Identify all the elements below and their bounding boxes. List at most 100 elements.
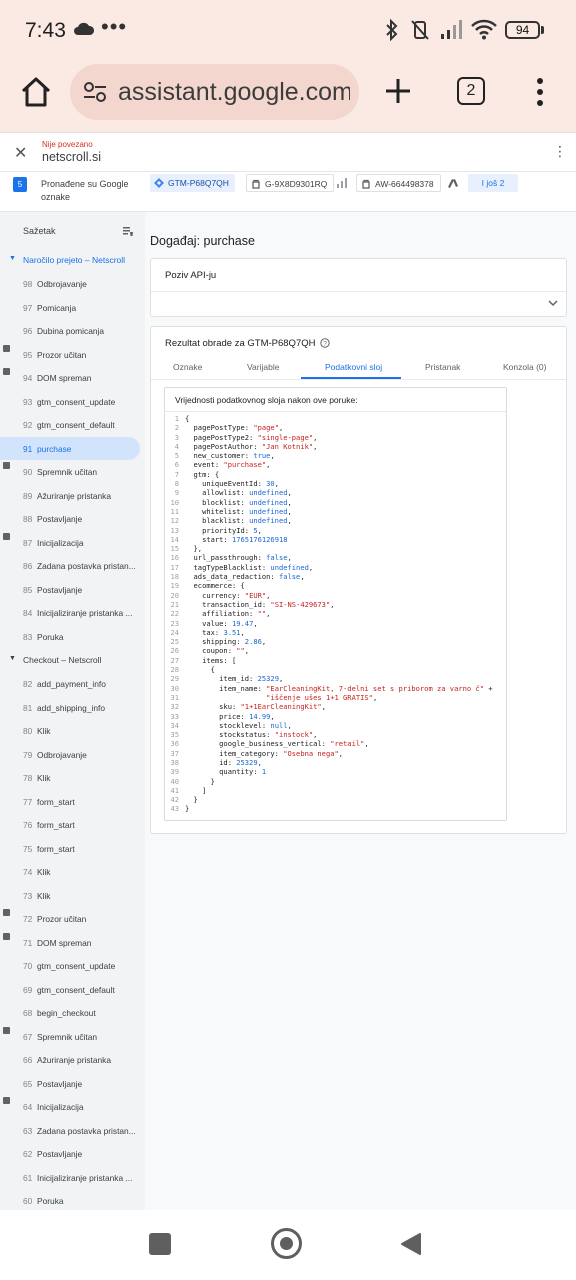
sidebar-event-item[interactable]: 61 Inicijaliziranje pristanka ... bbox=[0, 1166, 140, 1189]
sidebar-event-item[interactable]: 86 Zadana postavka pristan... bbox=[0, 554, 140, 577]
line-number: 28 bbox=[170, 665, 179, 675]
sidebar-event-item[interactable]: 87 Inicijalizacija bbox=[0, 531, 140, 554]
event-number: 84 bbox=[23, 608, 33, 618]
collapse-caret-icon[interactable]: ▼ bbox=[9, 255, 16, 262]
code-text: } bbox=[185, 804, 190, 814]
sidebar-event-item[interactable]: 77 form_start bbox=[0, 790, 140, 813]
sidebar-event-item[interactable]: 72 Prozor učitan bbox=[0, 907, 140, 930]
close-icon[interactable]: ✕ bbox=[14, 143, 27, 163]
sidebar-event-item[interactable]: 94 DOM spreman bbox=[0, 366, 140, 389]
sidebar-event-item[interactable]: 68 begin_checkout bbox=[0, 1001, 140, 1024]
site-settings-icon[interactable] bbox=[82, 80, 108, 104]
line-number: 6 bbox=[174, 460, 179, 470]
tab-switcher-button[interactable]: 2 bbox=[457, 77, 485, 105]
code-text: stockstatus: "instock", bbox=[185, 730, 318, 740]
sidebar-event-item[interactable]: 75 form_start bbox=[0, 837, 140, 860]
sidebar-event-item[interactable]: 74 Klik bbox=[0, 860, 140, 883]
event-number: 65 bbox=[23, 1078, 33, 1089]
api-call-card[interactable]: Poziv API-ju bbox=[150, 258, 567, 317]
sidebar-event-item[interactable]: 64 Inicijalizacija bbox=[0, 1095, 140, 1118]
sidebar-event-item[interactable]: 98 Odbrojavanje bbox=[0, 272, 140, 295]
code-text: "iščenje ušes 1+1 GRATIS", bbox=[266, 692, 378, 702]
sidebar-event-item[interactable]: 65 Postavljanje bbox=[0, 1072, 140, 1095]
more-options-icon[interactable]: ⋮ bbox=[553, 143, 567, 160]
container-icon bbox=[3, 532, 10, 540]
tab-consent[interactable]: Pristanak bbox=[425, 362, 460, 372]
tab-variables[interactable]: Varijable bbox=[247, 362, 279, 372]
data-layer-box: Vrijednosti podatkovnog sloja nakon ove … bbox=[164, 387, 507, 821]
sidebar-event-item[interactable]: 76 form_start bbox=[0, 813, 140, 836]
home-icon[interactable] bbox=[18, 74, 54, 110]
tag-chip-gtm[interactable]: GTM-P68Q7QH bbox=[150, 174, 235, 192]
sidebar-event-item[interactable]: 60 Poruka bbox=[0, 1189, 140, 1212]
sidebar-event-item[interactable]: 71 DOM spreman bbox=[0, 931, 140, 954]
event-name: Inicijalizacija bbox=[37, 537, 84, 548]
sidebar-event-item[interactable]: 95 Prozor učitan bbox=[0, 343, 140, 366]
event-number: 89 bbox=[23, 490, 33, 501]
clear-history-icon[interactable] bbox=[122, 225, 134, 237]
sidebar-event-item[interactable]: 70 gtm_consent_update bbox=[0, 954, 140, 977]
sidebar-event-item[interactable]: 91 purchase bbox=[0, 436, 140, 460]
code-line: 30 item_name: "EarCleaningKit, 7-delni s… bbox=[165, 684, 506, 693]
sidebar-event-item[interactable]: 97 Pomicanja bbox=[0, 296, 140, 319]
sidebar-event-item[interactable]: 92 gtm_consent_default bbox=[0, 413, 140, 436]
back-icon[interactable] bbox=[400, 1232, 422, 1256]
line-number: 12 bbox=[170, 516, 179, 526]
sidebar-event-item[interactable]: 84 Inicijaliziranje pristanka ... bbox=[0, 601, 140, 624]
more-tags-button[interactable]: I još 2 bbox=[468, 174, 518, 192]
address-bar[interactable]: assistant.google.com bbox=[70, 64, 359, 120]
connection-status: Nije povezano bbox=[42, 140, 93, 149]
sidebar-event-item[interactable]: 63 Zadana postavka pristan... bbox=[0, 1119, 140, 1142]
sidebar-event-item[interactable]: 85 Postavljanje bbox=[0, 578, 140, 601]
sidebar-event-item[interactable]: 83 Poruka bbox=[0, 625, 140, 648]
tag-chip-aw[interactable]: AW-664498378 bbox=[356, 174, 441, 192]
recent-apps-icon[interactable] bbox=[149, 1233, 171, 1255]
line-number: 25 bbox=[170, 637, 179, 647]
event-number: 77 bbox=[23, 796, 33, 807]
sidebar-event-item[interactable]: 82 add_payment_info bbox=[0, 672, 140, 695]
sidebar-event-item[interactable]: 66 Ažuriranje pristanka bbox=[0, 1048, 140, 1071]
sidebar-event-item[interactable]: 88 Postavljanje bbox=[0, 507, 140, 530]
help-icon[interactable]: ? bbox=[320, 338, 330, 348]
tab-tags[interactable]: Oznake bbox=[173, 362, 202, 372]
sidebar-event-item[interactable]: 62 Postavljanje bbox=[0, 1142, 140, 1165]
code-line: 5 new_customer: true, bbox=[165, 451, 506, 460]
new-tab-icon[interactable] bbox=[383, 76, 413, 106]
browser-toolbar: assistant.google.com 2 bbox=[0, 64, 576, 132]
sidebar-event-item[interactable]: 90 Spremnik učitan bbox=[0, 460, 140, 483]
sidebar-event-item[interactable]: 89 Ažuriranje pristanka bbox=[0, 484, 140, 507]
code-text: shipping: 2.86, bbox=[185, 637, 267, 647]
sidebar-event-item[interactable]: 93 gtm_consent_update bbox=[0, 390, 140, 413]
event-number: 63 bbox=[23, 1125, 33, 1136]
code-text: uniqueEventId: 30, bbox=[185, 479, 279, 489]
code-text: event: "purchase", bbox=[185, 460, 271, 470]
code-text: item_name: "EarCleaningKit, 7-delni set … bbox=[185, 683, 493, 693]
code-line: 35 stockstatus: "instock", bbox=[165, 730, 506, 739]
sidebar-event-item[interactable]: 69 gtm_consent_default bbox=[0, 978, 140, 1001]
tab-console[interactable]: Konzola (0) bbox=[503, 362, 546, 372]
sidebar-event-item[interactable]: 73 Klik bbox=[0, 884, 140, 907]
sidebar-event-item[interactable]: 67 Spremnik učitan bbox=[0, 1025, 140, 1048]
chevron-down-icon[interactable] bbox=[547, 297, 559, 309]
url-text[interactable]: assistant.google.com bbox=[118, 78, 350, 107]
sidebar-event-item[interactable]: 79 Odbrojavanje bbox=[0, 743, 140, 766]
event-name: form_start bbox=[37, 843, 75, 854]
sidebar-event-item[interactable]: 78 Klik bbox=[0, 766, 140, 789]
event-name: purchase bbox=[37, 443, 72, 454]
tab-data-layer[interactable]: Podatkovni sloj bbox=[325, 362, 382, 372]
browser-menu-icon[interactable] bbox=[530, 76, 550, 108]
event-number: 87 bbox=[23, 537, 33, 548]
home-nav-icon[interactable] bbox=[271, 1228, 302, 1259]
message-group-header[interactable]: ▼ Naročilo prejeto – Netscroll bbox=[0, 250, 145, 270]
code-text: start: 1765176126918 bbox=[185, 534, 288, 544]
sidebar-event-item[interactable]: 81 add_shipping_info bbox=[0, 696, 140, 719]
collapse-caret-icon[interactable]: ▼ bbox=[9, 655, 16, 662]
message-group-header[interactable]: ▼ Checkout – Netscroll bbox=[0, 650, 145, 670]
summary-row[interactable]: Sažetak bbox=[0, 222, 145, 242]
sidebar-event-item[interactable]: 96 Dubina pomicanja bbox=[0, 319, 140, 342]
sidebar-event-item[interactable]: 80 Klik bbox=[0, 719, 140, 742]
tag-chip-ga[interactable]: G-9X8D9301RQ bbox=[246, 174, 335, 192]
page-title: Događaj: purchase bbox=[150, 234, 255, 248]
tag-icon bbox=[362, 179, 370, 189]
line-number: 1 bbox=[174, 414, 179, 423]
